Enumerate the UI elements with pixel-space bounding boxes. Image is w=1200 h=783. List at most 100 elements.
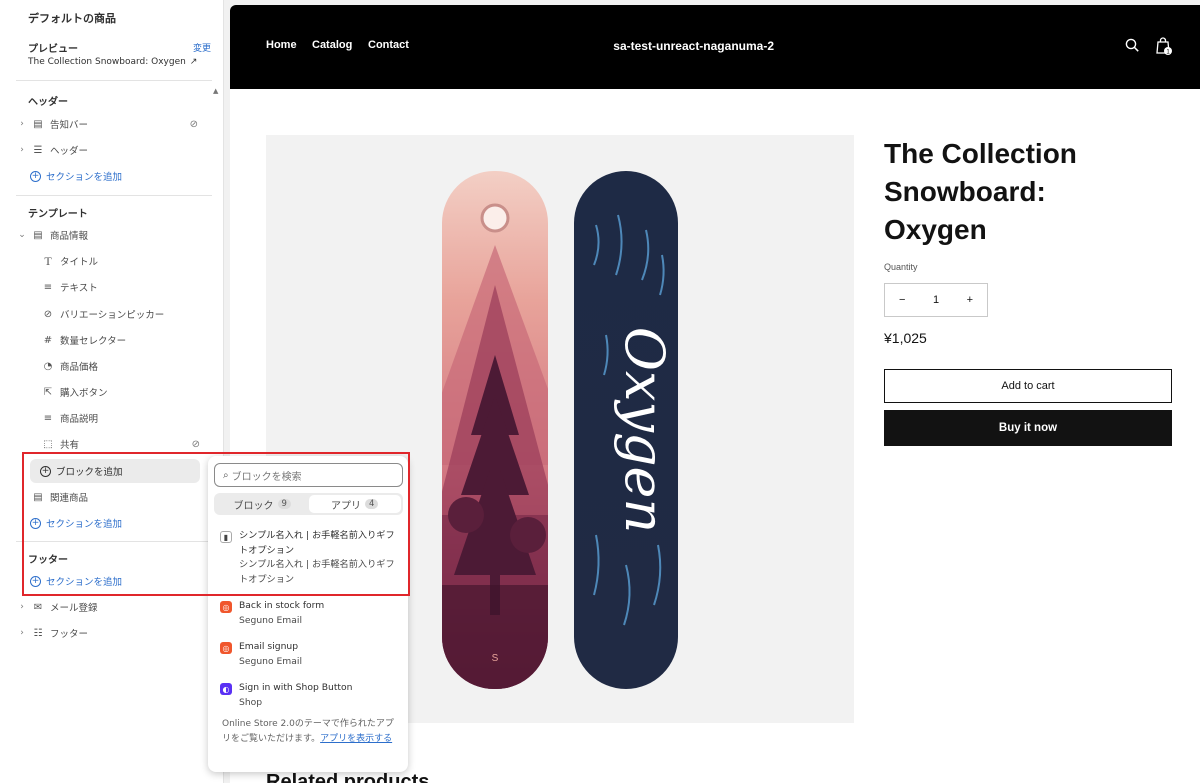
block-search-input[interactable]: ⌕ ブロックを検索 [214,463,403,487]
template-group-title: テンプレート [28,209,88,220]
app-vendor: シンプル名入れ | お手軽名前入りギフトオプション [239,559,395,585]
sidebar-item-footer[interactable]: › ☷ フッター [16,622,206,644]
chevron-right-icon[interactable]: › [16,628,28,638]
block-label: バリエーションピッカー [60,310,165,321]
app-block-title: Back in stock form [239,600,325,611]
tab-label: アプリ [331,500,362,512]
quantity-value[interactable]: 1 [933,294,939,306]
block-label: 商品説明 [60,414,99,425]
block-picker-popover: ⌕ ブロックを検索 ブロック 9 アプリ 4 ▮ シンプル名入れ | お手軽名前… [208,456,408,772]
block-price[interactable]: ◔ 商品価格 [38,355,198,377]
shop-icon: ◐ [220,683,232,695]
picker-tabs: ブロック 9 アプリ 4 [214,493,403,515]
add-section-label: セクションを追加 [46,172,123,183]
quantity-icon: # [43,334,53,346]
plus-circle-icon: + [30,517,41,529]
block-label: タイトル [60,257,99,268]
text-icon: ≡ [43,281,53,293]
sidebar-item-header[interactable]: › ☰ ヘッダー [16,139,206,161]
seguno-icon: ◎ [220,642,232,654]
external-link-icon[interactable]: ↗ [190,57,198,67]
quantity-increase-button[interactable]: + [967,294,973,306]
preview-label: プレビュー [28,44,78,55]
divider [16,80,212,81]
app-block-title: シンプル名入れ | お手軽名前入りギフトオプション [239,530,395,556]
chevron-down-icon[interactable]: ⌄ [16,230,28,240]
block-variant-picker[interactable]: ⊘ バリエーションピッカー [38,303,198,325]
search-icon[interactable] [1125,38,1139,52]
sidebar-item-product-info[interactable]: ⌄ ▤ 商品情報 [16,224,206,246]
plus-circle-icon: + [30,170,41,182]
shop-name[interactable]: sa-test-unreact-naganuma-2 [230,39,774,53]
quantity-stepper[interactable]: − 1 + [884,283,988,317]
preview-product[interactable]: The Collection Snowboard: Oxygen ↗ [28,57,197,67]
chevron-right-icon[interactable]: › [16,119,28,129]
sidebar-item-label: 商品情報 [50,231,89,242]
app-block-item[interactable]: ◎ Email signup Seguno Email [220,640,302,669]
block-description[interactable]: ≡ 商品説明 [38,407,198,429]
preview-product-name: The Collection Snowboard: Oxygen [28,57,186,67]
preview-change-link[interactable]: 変更 [193,41,211,54]
add-block-label: ブロックを追加 [56,467,123,478]
search-placeholder: ブロックを検索 [231,471,302,483]
plus-circle-icon: + [30,575,41,587]
product-title: The Collection Snowboard: Oxygen [884,138,1077,245]
chevron-right-icon[interactable]: › [16,602,28,612]
variant-icon: ⊘ [43,308,53,320]
tab-label: ブロック [233,500,274,512]
chevron-right-icon[interactable]: › [16,145,28,155]
sidebar-item-label: 関連商品 [50,493,89,504]
block-buy-buttons[interactable]: ⇱ 購入ボタン [38,381,198,403]
scroll-up-arrow-icon[interactable]: ▲ [213,87,218,95]
add-section-button-template[interactable]: + セクションを追加 [30,513,122,533]
add-to-cart-button[interactable]: Add to cart [884,369,1172,403]
add-section-label: セクションを追加 [46,519,123,530]
cart-icon[interactable]: 1 [1155,36,1173,56]
seguno-icon: ◎ [220,601,232,613]
divider [16,541,212,542]
plus-circle-icon: + [40,465,51,477]
block-share[interactable]: ⬚ 共有 ⊘ [38,433,200,455]
block-quantity-selector[interactable]: # 数量セレクター [38,329,198,351]
footer-group-title: フッター [28,555,68,566]
eye-hidden-icon[interactable]: ⊘ [192,439,200,450]
section-icon: ▤ [33,118,43,130]
search-icon: ⌕ [223,469,229,481]
block-label: 数量セレクター [60,336,127,347]
board-logo: S [492,653,499,664]
share-icon: ⬚ [43,438,53,450]
sidebar-item-announcement-bar[interactable]: › ▤ 告知バー ⊘ [16,113,206,135]
add-section-button-footer[interactable]: + セクションを追加 [30,571,122,591]
app-vendor: Seguno Email [239,614,302,626]
add-section-button-header[interactable]: + セクションを追加 [30,166,122,186]
cursor-click-icon: ⇱ [43,386,53,398]
description-icon: ≡ [43,412,53,424]
buy-now-button[interactable]: Buy it now [884,410,1172,446]
forest-artwork [442,245,548,689]
eye-hidden-icon[interactable]: ⊘ [190,119,198,130]
sidebar-item-related-products[interactable]: ▤ 関連商品 [16,486,206,508]
block-label: 商品価格 [60,362,99,373]
view-apps-link[interactable]: アプリを表示する [320,734,392,744]
block-title[interactable]: T タイトル [38,250,198,272]
app-block-title: Sign in with Shop Button [239,682,353,693]
title-icon: T [44,253,52,268]
page-title: デフォルトの商品 [28,12,116,25]
related-products-heading: Related products [266,771,430,783]
app-block-item[interactable]: ◎ Back in stock form Seguno Email [220,599,324,628]
block-label: 共有 [60,440,80,451]
app-name-icon: ▮ [220,531,232,543]
app-vendor: Shop [239,696,263,708]
sidebar-item-label: 告知バー [50,120,89,131]
email-icon: ✉ [33,601,43,613]
quantity-decrease-button[interactable]: − [899,294,905,306]
board-wordmark: Oxygen [613,327,676,534]
add-block-button[interactable]: + ブロックを追加 [30,459,200,483]
footer-layout-icon: ☷ [33,627,43,639]
tab-blocks[interactable]: ブロック 9 [216,495,309,513]
app-block-item[interactable]: ▮ シンプル名入れ | お手軽名前入りギフトオプション シンプル名入れ | お手… [220,529,399,587]
app-block-item[interactable]: ◐ Sign in with Shop Button Shop [220,681,352,710]
block-text[interactable]: ≡ テキスト [38,276,198,298]
sidebar-item-email-signup[interactable]: › ✉ メール登録 [16,596,206,618]
tab-apps[interactable]: アプリ 4 [308,495,401,513]
